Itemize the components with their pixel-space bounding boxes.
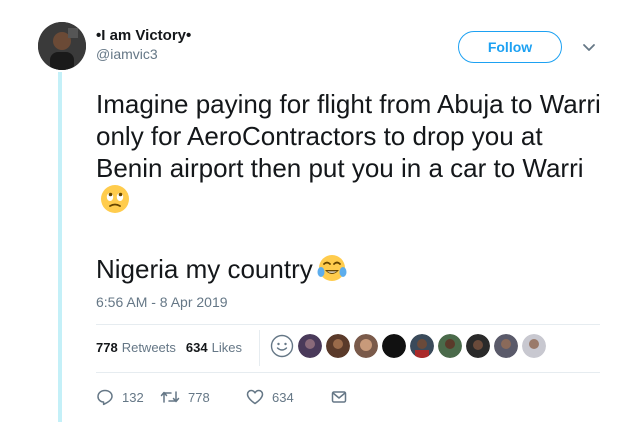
face-with-tears-of-joy-emoji-icon bbox=[317, 253, 347, 290]
tweet-paragraph: Imagine paying for flight from Abuja to … bbox=[96, 88, 616, 221]
author-block: •I am Victory• @iamvic3 bbox=[96, 26, 191, 63]
tweet-actions: 132 778 634 bbox=[96, 388, 356, 406]
display-name[interactable]: •I am Victory• bbox=[96, 26, 191, 45]
reply-button[interactable]: 132 bbox=[96, 388, 160, 406]
tweet-text-line-1: Imagine paying for flight from Abuja to … bbox=[96, 89, 601, 183]
liker-avatar[interactable] bbox=[354, 334, 378, 358]
heart-icon bbox=[246, 389, 264, 405]
divider bbox=[96, 324, 600, 325]
tweet-paragraph: Nigeria my country bbox=[96, 253, 616, 290]
smiley-icon[interactable] bbox=[270, 334, 294, 358]
reply-count: 132 bbox=[122, 389, 144, 405]
reply-icon bbox=[97, 389, 113, 406]
direct-message-button[interactable] bbox=[330, 388, 356, 406]
face-with-rolling-eyes-emoji-icon bbox=[100, 184, 130, 221]
liker-avatar[interactable] bbox=[382, 334, 406, 358]
follow-button[interactable]: Follow bbox=[458, 31, 562, 63]
tweet-stats: 778 Retweets 634 Likes bbox=[96, 340, 242, 355]
thread-line bbox=[58, 72, 62, 422]
liker-avatar[interactable] bbox=[466, 334, 490, 358]
retweets-label: Retweets bbox=[121, 340, 176, 355]
retweet-count: 778 bbox=[188, 389, 210, 405]
timestamp[interactable]: 6:56 AM - 8 Apr 2019 bbox=[96, 294, 228, 310]
retweets-count: 778 bbox=[96, 340, 118, 355]
liker-avatar[interactable] bbox=[522, 334, 546, 358]
like-count: 634 bbox=[272, 389, 294, 405]
envelope-icon bbox=[331, 391, 347, 403]
retweets-stat[interactable]: 778 Retweets bbox=[96, 340, 176, 355]
liker-avatar[interactable] bbox=[438, 334, 462, 358]
retweet-button[interactable]: 778 bbox=[160, 388, 246, 406]
retweet-icon bbox=[160, 391, 180, 403]
divider bbox=[96, 372, 600, 373]
liker-avatar[interactable] bbox=[326, 334, 350, 358]
liker-avatar[interactable] bbox=[494, 334, 518, 358]
stats-separator bbox=[259, 330, 260, 366]
username-handle[interactable]: @iamvic3 bbox=[96, 45, 191, 63]
likes-stat[interactable]: 634 Likes bbox=[186, 340, 242, 355]
chevron-down-icon[interactable] bbox=[582, 40, 596, 54]
tweet-text-line-2: Nigeria my country bbox=[96, 254, 313, 284]
likes-count: 634 bbox=[185, 340, 208, 355]
liker-avatars bbox=[270, 334, 550, 358]
liker-avatar[interactable] bbox=[410, 334, 434, 358]
like-button[interactable]: 634 bbox=[246, 388, 330, 406]
avatar[interactable] bbox=[38, 22, 86, 70]
tweet-text: Imagine paying for flight from Abuja to … bbox=[96, 88, 616, 290]
likes-label: Likes bbox=[211, 340, 242, 355]
liker-avatar[interactable] bbox=[298, 334, 322, 358]
